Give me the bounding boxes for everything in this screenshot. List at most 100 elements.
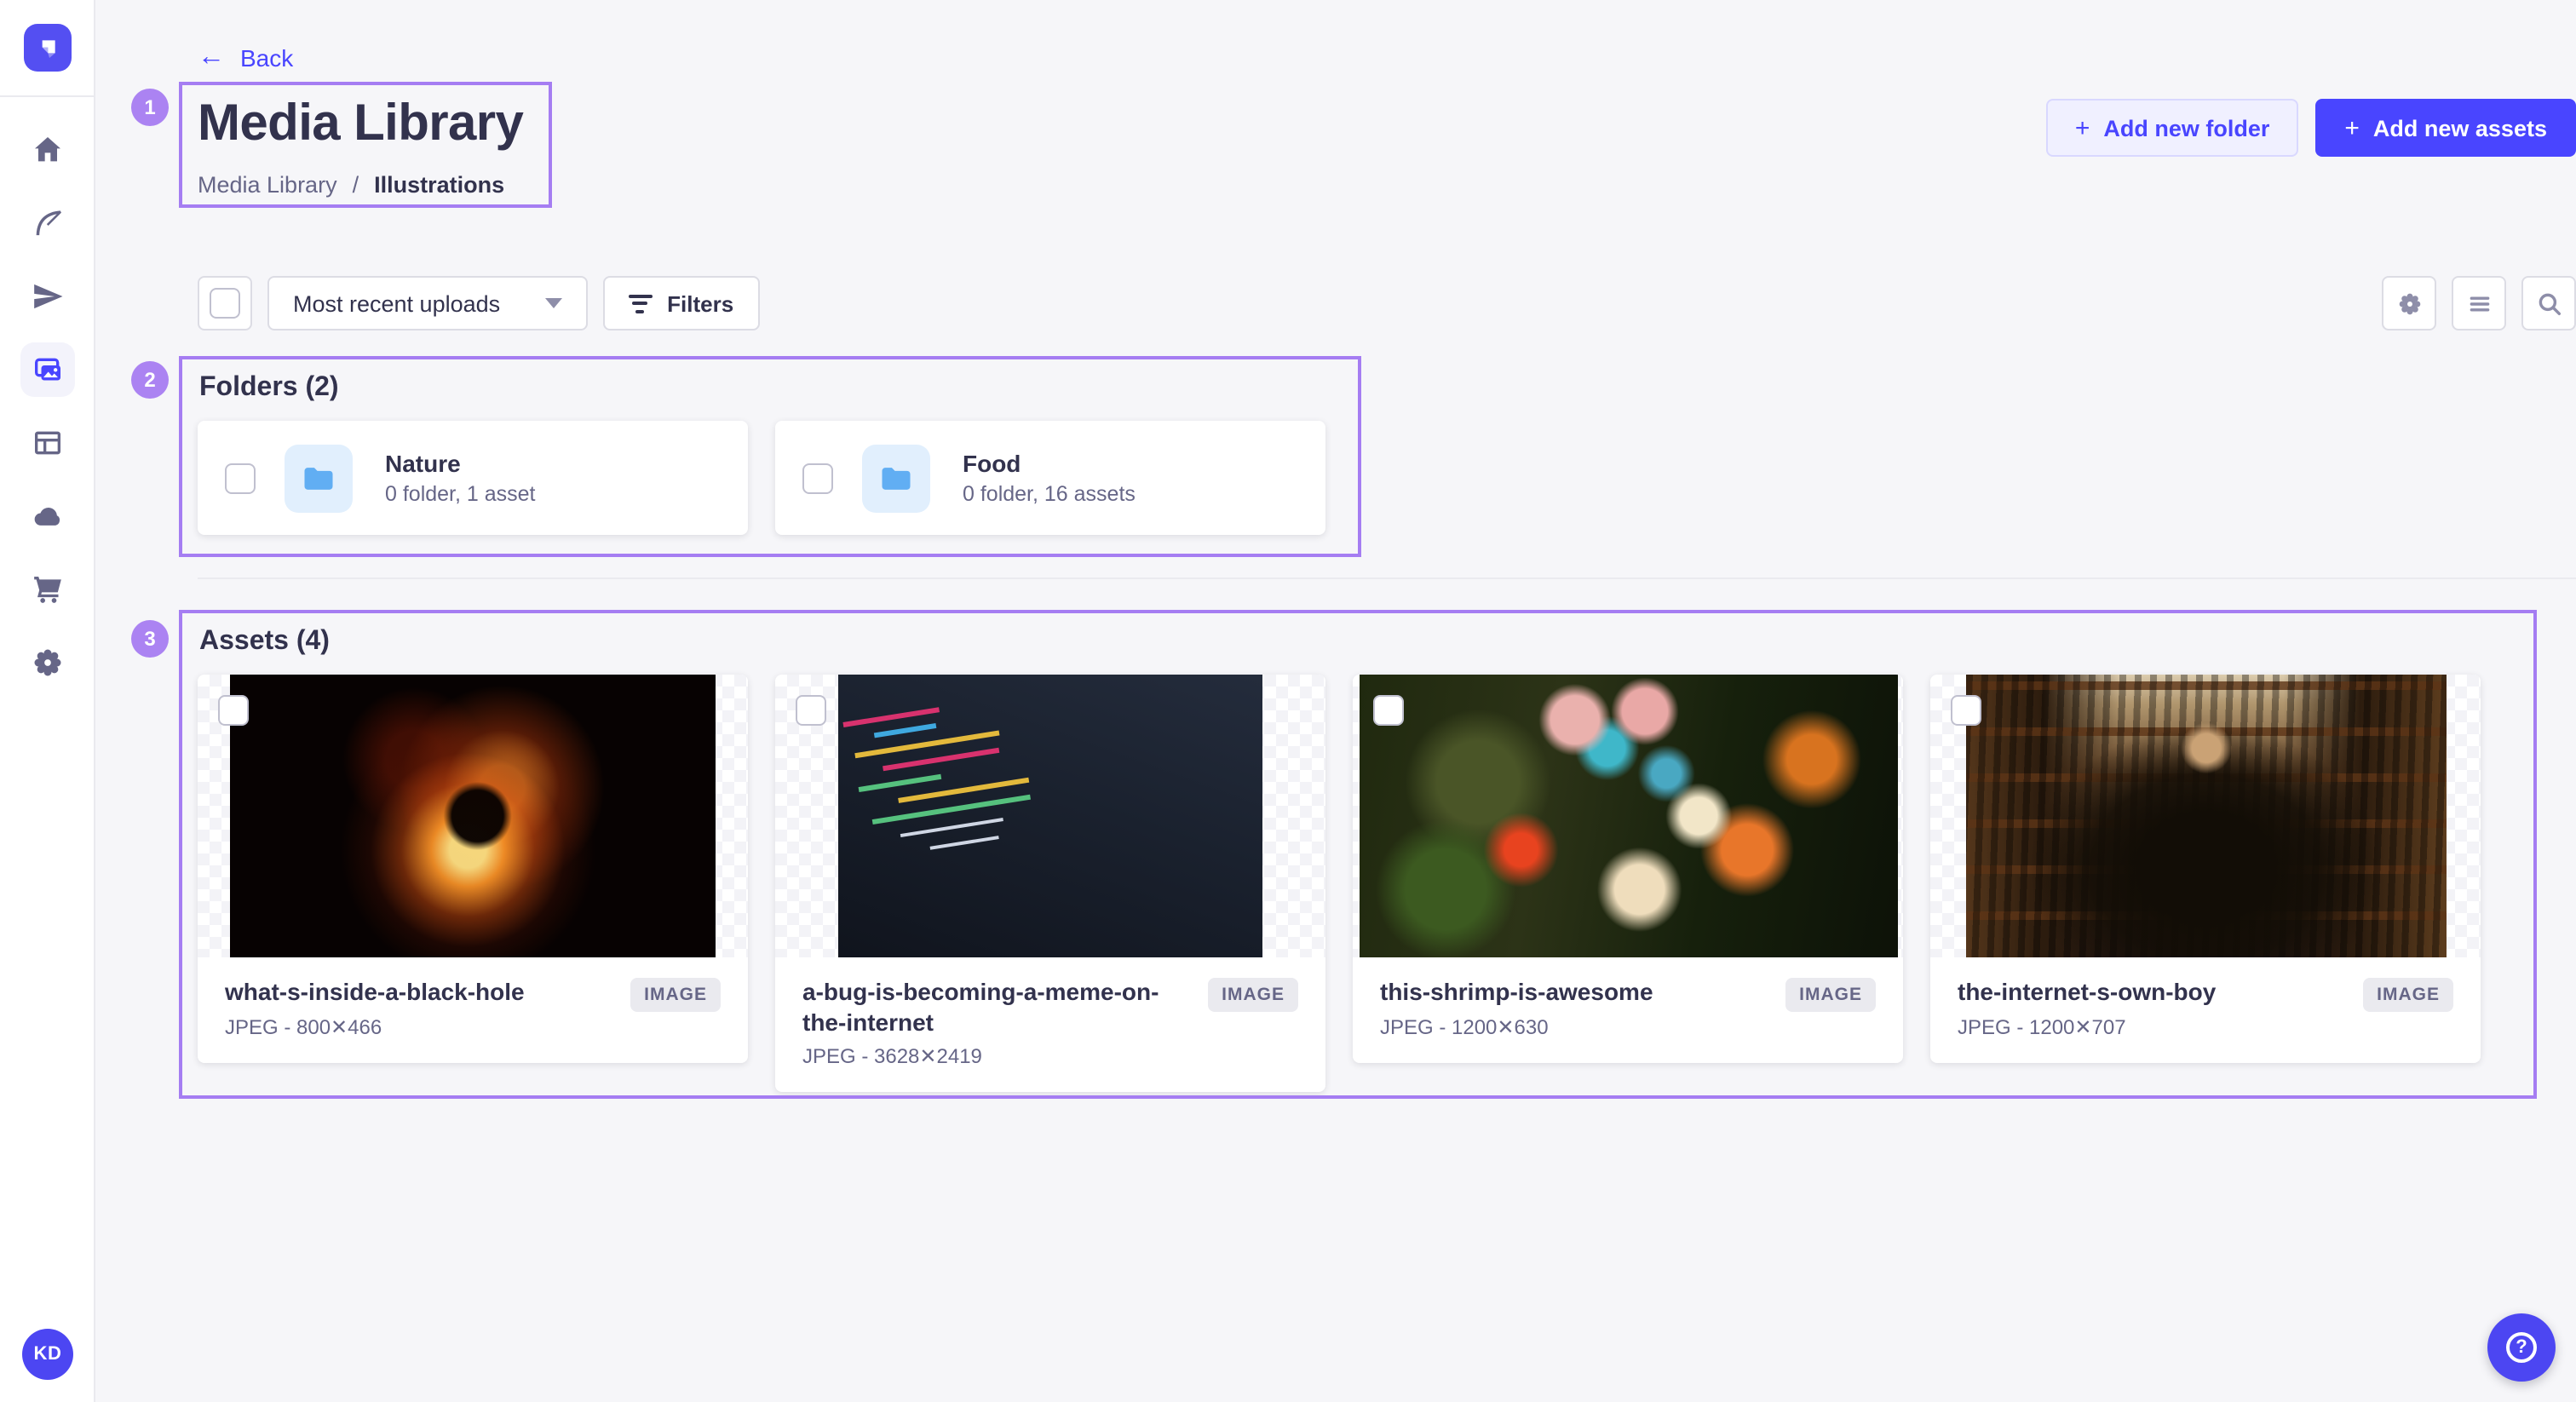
folder-meta: 0 folder, 1 asset bbox=[385, 482, 536, 506]
mantis-shrimp-image bbox=[1359, 675, 1897, 957]
breadcrumb-parent[interactable]: Media Library bbox=[198, 172, 337, 198]
sidebar-item-content-manager[interactable] bbox=[20, 196, 74, 250]
asset-name: what-s-inside-a-black-hole bbox=[225, 978, 586, 1008]
folder-name: Nature bbox=[385, 450, 536, 477]
asset-name: the-internet-s-own-boy bbox=[1958, 978, 2319, 1008]
folder-thumb bbox=[862, 444, 930, 512]
library-portrait-image bbox=[1965, 675, 2446, 957]
laptop-code-image bbox=[838, 675, 1262, 957]
add-new-assets-label: Add new assets bbox=[2373, 115, 2547, 141]
asset-checkbox[interactable] bbox=[1373, 695, 1404, 726]
app-window: KD ← Back Media Library Media Library / … bbox=[0, 0, 2576, 1402]
filters-label: Filters bbox=[667, 290, 733, 316]
folder-icon bbox=[877, 459, 915, 497]
breadcrumb: Media Library / Illustrations bbox=[198, 172, 504, 198]
asset-info: this-shrimp-is-awesome JPEG - 1200✕630 I… bbox=[1353, 957, 1903, 1062]
sidebar: KD bbox=[0, 0, 95, 1402]
sidebar-nav bbox=[0, 97, 94, 690]
asset-info: the-internet-s-own-boy JPEG - 1200✕707 I… bbox=[1930, 957, 2481, 1062]
add-new-assets-button[interactable]: + Add new assets bbox=[2315, 99, 2576, 157]
add-new-folder-button[interactable]: + Add new folder bbox=[2046, 99, 2299, 157]
logo-container[interactable] bbox=[0, 0, 94, 97]
add-new-folder-label: Add new folder bbox=[2103, 115, 2269, 141]
home-icon bbox=[30, 133, 64, 167]
view-settings-button[interactable] bbox=[2382, 276, 2436, 330]
asset-type-badge: IMAGE bbox=[1785, 978, 1876, 1012]
asset-meta: JPEG - 1200✕630 bbox=[1380, 1014, 1876, 1038]
search-icon bbox=[2534, 289, 2563, 318]
list-view-button[interactable] bbox=[2452, 276, 2506, 330]
media-library-icon bbox=[30, 353, 64, 387]
plus-icon: + bbox=[2075, 115, 2090, 141]
asset-meta: JPEG - 1200✕707 bbox=[1958, 1014, 2453, 1038]
breadcrumb-current: Illustrations bbox=[374, 172, 504, 198]
asset-checkbox[interactable] bbox=[218, 695, 249, 726]
sidebar-item-content-type-builder[interactable] bbox=[20, 416, 74, 470]
folder-icon bbox=[300, 459, 337, 497]
asset-thumbnail bbox=[775, 675, 1325, 957]
back-link[interactable]: ← Back bbox=[198, 44, 293, 72]
folder-checkbox[interactable] bbox=[802, 463, 833, 493]
folder-card-nature[interactable]: Nature 0 folder, 1 asset bbox=[198, 421, 748, 535]
strapi-glyph bbox=[30, 31, 64, 65]
asset-type-badge: IMAGE bbox=[1208, 978, 1298, 1012]
sort-dropdown[interactable]: Most recent uploads bbox=[267, 276, 587, 330]
folder-meta: 0 folder, 16 assets bbox=[963, 482, 1136, 506]
asset-info: what-s-inside-a-black-hole JPEG - 800✕46… bbox=[198, 957, 748, 1062]
asset-card-internets-own-boy[interactable]: the-internet-s-own-boy JPEG - 1200✕707 I… bbox=[1930, 675, 2481, 1062]
asset-checkbox[interactable] bbox=[1951, 695, 1981, 726]
folder-checkbox[interactable] bbox=[225, 463, 256, 493]
sidebar-item-marketplace[interactable] bbox=[20, 562, 74, 617]
sidebar-item-media-library[interactable] bbox=[20, 342, 74, 397]
question-mark-icon: ? bbox=[2506, 1332, 2537, 1363]
layout-icon bbox=[30, 426, 64, 460]
section-divider bbox=[198, 577, 2576, 579]
feather-icon bbox=[30, 206, 64, 240]
asset-type-badge: IMAGE bbox=[2363, 978, 2453, 1012]
search-button[interactable] bbox=[2521, 276, 2576, 330]
sidebar-item-settings[interactable] bbox=[20, 635, 74, 690]
header-actions: + Add new folder + Add new assets bbox=[2046, 99, 2576, 157]
folder-name: Food bbox=[963, 450, 1136, 477]
page-title: Media Library bbox=[198, 95, 523, 153]
asset-thumbnail bbox=[1930, 675, 2481, 957]
cloud-icon bbox=[30, 499, 64, 533]
asset-card-shrimp[interactable]: this-shrimp-is-awesome JPEG - 1200✕630 I… bbox=[1353, 675, 1903, 1062]
asset-thumbnail bbox=[1353, 675, 1903, 957]
asset-card-bug-meme[interactable]: a-bug-is-becoming-a-meme-on-the-internet… bbox=[775, 675, 1325, 1092]
asset-card-black-hole[interactable]: what-s-inside-a-black-hole JPEG - 800✕46… bbox=[198, 675, 748, 1062]
folders-list: Nature 0 folder, 1 asset Food 0 folder, … bbox=[198, 421, 1325, 535]
back-label: Back bbox=[240, 44, 293, 72]
filter-icon bbox=[628, 294, 652, 313]
asset-meta: JPEG - 800✕466 bbox=[225, 1014, 721, 1038]
sidebar-item-home[interactable] bbox=[20, 123, 74, 177]
plus-icon: + bbox=[2344, 115, 2360, 141]
main-content: ← Back Media Library Media Library / Ill… bbox=[95, 0, 2576, 1402]
folder-card-food[interactable]: Food 0 folder, 16 assets bbox=[775, 421, 1325, 535]
settings-icon bbox=[30, 646, 64, 680]
asset-type-badge: IMAGE bbox=[630, 978, 721, 1012]
asset-name: this-shrimp-is-awesome bbox=[1380, 978, 1741, 1008]
asset-meta: JPEG - 3628✕2419 bbox=[802, 1044, 1298, 1068]
asset-info: a-bug-is-becoming-a-meme-on-the-internet… bbox=[775, 957, 1325, 1092]
filters-button[interactable]: Filters bbox=[602, 276, 759, 330]
black-hole-image bbox=[230, 675, 716, 957]
cart-icon bbox=[30, 572, 64, 606]
select-all-container[interactable] bbox=[198, 276, 252, 330]
select-all-checkbox[interactable] bbox=[210, 288, 240, 319]
breadcrumb-separator: / bbox=[353, 172, 359, 198]
asset-name: a-bug-is-becoming-a-meme-on-the-internet bbox=[802, 978, 1164, 1037]
folders-section-title: Folders (2) bbox=[199, 373, 339, 404]
folder-thumb bbox=[285, 444, 353, 512]
asset-checkbox[interactable] bbox=[796, 695, 826, 726]
sidebar-item-cloud[interactable] bbox=[20, 489, 74, 543]
chevron-down-icon bbox=[544, 298, 561, 308]
help-button[interactable]: ? bbox=[2487, 1313, 2556, 1382]
strapi-logo-icon bbox=[23, 24, 71, 72]
asset-thumbnail bbox=[198, 675, 748, 957]
paper-plane-icon bbox=[30, 279, 64, 313]
user-avatar[interactable]: KD bbox=[22, 1329, 73, 1380]
sidebar-item-releases[interactable] bbox=[20, 269, 74, 324]
toolbar: Most recent uploads Filters bbox=[198, 276, 2576, 330]
gear-icon bbox=[2395, 289, 2424, 318]
